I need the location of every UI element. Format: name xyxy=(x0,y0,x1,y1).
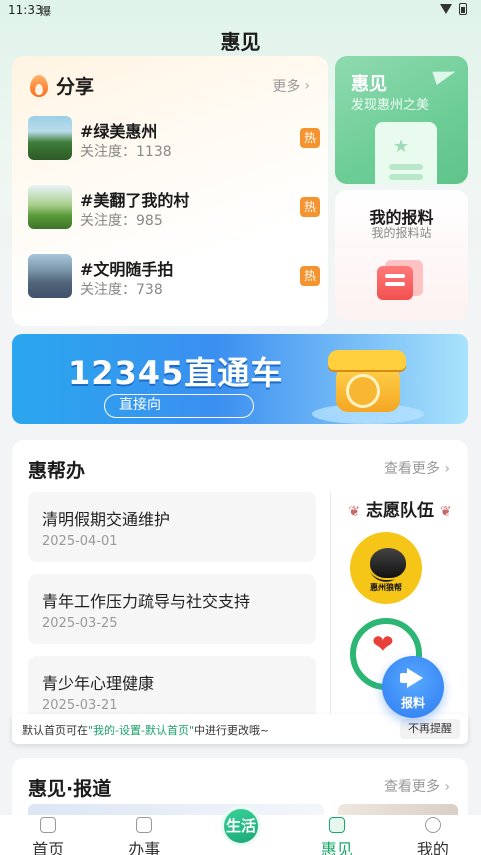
dont-remind-button[interactable]: 不再提醒 xyxy=(400,719,460,739)
topic-thumbnail xyxy=(28,254,72,298)
my-report-card[interactable]: 我的报料 我的报料站 xyxy=(335,190,468,320)
topic-name: #美翻了我的村 xyxy=(80,191,190,210)
huijian-card-title: 惠见 xyxy=(351,74,387,95)
my-report-subtitle: 我的报料站 xyxy=(371,226,432,240)
share-more-link[interactable]: 更多 › xyxy=(272,76,310,96)
huijian-card[interactable]: 惠见 发现惠州之美 xyxy=(335,56,468,184)
nav-life-button[interactable]: 生活 xyxy=(221,806,261,846)
task-item[interactable]: 清明假期交通维护 2025-04-01 xyxy=(28,492,316,562)
wifi-icon xyxy=(440,4,453,14)
divider xyxy=(330,492,331,722)
banner-button[interactable]: 直接向 xyxy=(104,394,254,418)
chevron-right-icon: › xyxy=(444,461,450,477)
paper-plane-icon xyxy=(434,68,456,82)
smile-icon xyxy=(424,817,441,833)
topic-name: #绿美惠州 xyxy=(80,122,158,141)
hot-badge: 热 xyxy=(300,197,320,217)
topic-attention: 关注度：985 xyxy=(80,213,163,229)
share-header: 分享 xyxy=(28,72,94,99)
huibangban-more-label: 查看更多 xyxy=(383,461,440,477)
task-name: 青少年心理健康 xyxy=(42,674,155,693)
battery-icon xyxy=(459,3,467,15)
volunteer-logo-wolf[interactable] xyxy=(350,532,422,604)
topic-thumbnail xyxy=(28,116,72,160)
home-icon xyxy=(40,817,57,833)
share-title: 分享 xyxy=(56,76,95,98)
share-card: 分享 更多 › #绿美惠州 关注度：1138 热 #美翻了我的村 关注度：985… xyxy=(12,56,328,326)
topic-item[interactable]: #美翻了我的村 关注度：985 热 xyxy=(28,185,320,231)
megaphone-icon xyxy=(400,668,426,688)
report-float-label: 报料 xyxy=(400,696,425,710)
volunteer-team-title: ❦ 志愿队伍 ❦ xyxy=(342,496,458,521)
nav-mine-label: 我的 xyxy=(416,840,449,855)
nav-services-label: 办事 xyxy=(128,840,161,855)
nav-mine[interactable]: 我的 xyxy=(385,815,481,855)
nav-home-label: 首页 xyxy=(32,840,65,855)
volunteer-team-label: 志愿队伍 xyxy=(366,501,434,521)
document-icon xyxy=(375,122,437,184)
report-float-button[interactable]: 报料 xyxy=(382,656,444,718)
topic-attention: 关注度：1138 xyxy=(80,144,172,160)
task-date: 2025-04-01 xyxy=(42,534,118,549)
default-home-toast: 默认首页可在"我的-设置-默认首页"中进行更改哦~ 不再提醒 xyxy=(12,714,468,744)
report-document-lines xyxy=(385,274,405,278)
laurel-icon: ❦ xyxy=(439,504,452,520)
toast-message: 默认首页可在"我的-设置-默认首页"中进行更改哦~ xyxy=(22,722,269,738)
huibangban-title: 惠帮办 xyxy=(28,460,86,482)
task-name: 青年工作压力疏导与社交支持 xyxy=(42,592,251,611)
topic-attention: 关注度：738 xyxy=(80,282,163,298)
nav-huijian[interactable]: 惠见 xyxy=(289,815,385,855)
share-more-label: 更多 xyxy=(272,79,301,95)
chat-icon xyxy=(328,817,345,833)
huibangban-more-link[interactable]: 查看更多 › xyxy=(384,458,450,478)
hot-badge: 热 xyxy=(300,266,320,286)
nav-home[interactable]: 首页 xyxy=(0,815,96,855)
fire-icon xyxy=(28,73,50,99)
nav-services[interactable]: 办事 xyxy=(96,815,192,855)
toast-highlight: "我的-设置-默认首页" xyxy=(88,724,195,737)
toast-suffix: 中进行更改哦~ xyxy=(194,724,270,737)
topic-item[interactable]: #绿美惠州 关注度：1138 热 xyxy=(28,116,320,162)
page-title: 惠见 xyxy=(220,30,261,54)
topic-item[interactable]: #文明随手拍 关注度：738 热 xyxy=(28,254,320,300)
status-bar: 11:33 爆 xyxy=(0,0,481,22)
notification-icon: 爆 xyxy=(40,5,51,18)
task-date: 2025-03-21 xyxy=(42,698,118,713)
topic-thumbnail xyxy=(28,185,72,229)
hotline-banner[interactable]: 12345直通车 直接向 xyxy=(12,334,468,424)
huijian-card-subtitle: 发现惠州之美 xyxy=(351,98,430,113)
hot-badge: 热 xyxy=(300,128,320,148)
task-name: 清明假期交通维护 xyxy=(42,510,171,529)
nav-huijian-label: 惠见 xyxy=(320,840,353,855)
report-document-icon xyxy=(377,260,423,300)
task-date: 2025-03-25 xyxy=(42,616,118,631)
bookmark-icon xyxy=(136,817,153,833)
chevron-right-icon: › xyxy=(304,78,310,94)
status-time: 11:33 xyxy=(8,3,43,17)
telephone-dial xyxy=(346,374,380,408)
chevron-right-icon: › xyxy=(444,779,450,795)
laurel-icon: ❦ xyxy=(348,504,361,520)
task-item[interactable]: 青年工作压力疏导与社交支持 2025-03-25 xyxy=(28,574,316,644)
reports-more-link[interactable]: 查看更多 › xyxy=(384,776,450,796)
toast-prefix: 默认首页可在 xyxy=(22,724,88,737)
topic-name: #文明随手拍 xyxy=(80,260,174,279)
banner-title: 12345直通车 xyxy=(68,354,284,392)
reports-title: 惠见·报道 xyxy=(28,778,112,800)
reports-more-label: 查看更多 xyxy=(383,779,440,795)
